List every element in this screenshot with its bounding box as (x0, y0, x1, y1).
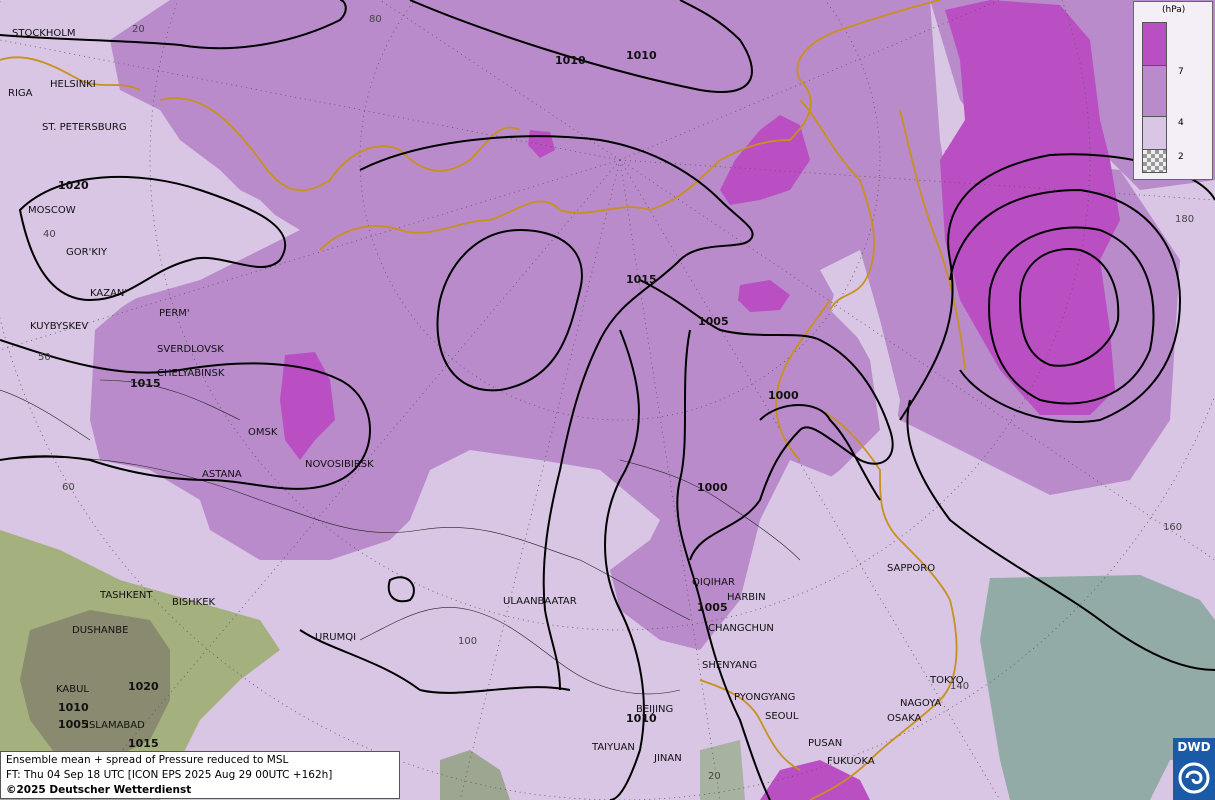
isobar-label: 1020 (58, 179, 89, 192)
legend-tick: 4 (1178, 118, 1184, 128)
city-label: ST. PETERSBURG (42, 122, 127, 133)
isobar-label: 1000 (697, 481, 728, 494)
city-label: BEIJING (636, 704, 673, 715)
city-label: FUKUOKA (827, 756, 875, 767)
grid-label: 60 (62, 482, 75, 493)
info-copyright: ©2025 Deutscher Wetterdienst (6, 784, 192, 796)
spread-legend: (hPa) 7 4 2 (1133, 1, 1213, 180)
legend-swatch-mid (1142, 65, 1167, 117)
grid-label: 40 (43, 229, 56, 240)
info-box: Ensemble mean + spread of Pressure reduc… (0, 751, 400, 799)
grid-label: 50 (38, 352, 51, 363)
city-label: TAIYUAN (591, 742, 635, 753)
dwd-logo-text: DWD (1177, 740, 1211, 754)
info-forecast-time: FT: Thu 04 Sep 18 UTC [ICON EPS 2025 Aug… (6, 769, 333, 781)
grid-label: 80 (369, 14, 382, 25)
isobar-label: 1000 (768, 389, 799, 402)
city-label: DUSHANBE (72, 625, 128, 636)
pressure-map: 1010 1010 1020 1015 1015 1005 1000 1000 … (0, 0, 1215, 800)
city-label: KABUL (56, 684, 89, 695)
city-label: RIGA (8, 88, 33, 99)
city-label: OSAKA (887, 713, 922, 724)
isobar-label: 1010 (58, 701, 89, 714)
city-label: CHANGCHUN (708, 623, 774, 634)
city-label: QIQIHAR (692, 577, 735, 588)
city-label: BISHKEK (172, 597, 216, 608)
isobar-label: 1020 (128, 680, 159, 693)
info-title: Ensemble mean + spread of Pressure reduc… (6, 754, 289, 766)
city-label: HELSINKI (50, 79, 96, 90)
isobar-label: 1005 (58, 718, 89, 731)
city-label: HARBIN (727, 592, 766, 603)
isobar-label: 1010 (555, 54, 586, 67)
grid-label: 100 (458, 636, 477, 647)
city-label: KAZAN' (90, 288, 127, 299)
legend-swatch-high (1142, 22, 1167, 66)
city-label: MOSCOW (28, 205, 76, 216)
city-label: SVERDLOVSK (157, 344, 224, 355)
city-label: STOCKHOLM (12, 28, 75, 39)
city-label: GOR'KIY (66, 247, 108, 258)
isobar-label: 1010 (626, 49, 657, 62)
city-label: TASHKENT (99, 590, 153, 601)
city-label: PERM' (159, 308, 190, 319)
city-label: SEOUL (765, 711, 799, 722)
city-label: NAGOYA (900, 698, 942, 709)
city-label: JINAN (653, 753, 682, 764)
terrain-yellow-sea (700, 740, 745, 800)
isobar-label: 1005 (697, 601, 728, 614)
city-label: URUMQI (315, 632, 356, 643)
grid-label: 180 (1175, 214, 1194, 225)
city-label: SAPPORO (887, 563, 935, 574)
city-label: KUYBYSKEV (30, 321, 88, 332)
grid-label: 20 (132, 24, 145, 35)
legend-unit: (hPa) (1162, 5, 1186, 15)
isobar-label: 1005 (698, 315, 729, 328)
city-label: ULAANBAATAR (503, 596, 577, 607)
city-label: NOVOSIBIRSK (305, 459, 374, 470)
legend-swatch-na (1142, 149, 1167, 173)
isobar-label: 1015 (626, 273, 657, 286)
city-label: TOKYO (929, 675, 964, 686)
grid-label: 20 (708, 771, 721, 782)
city-label: ISLAMABAD (86, 720, 145, 731)
dwd-logo-swirl-icon (1178, 762, 1210, 794)
city-label: ASTANA (202, 469, 242, 480)
legend-swatch-low (1142, 116, 1167, 150)
isobar-label: 1015 (128, 737, 159, 750)
city-label: OMSK (248, 427, 278, 438)
city-label: PYONGYANG (734, 692, 795, 703)
legend-tick: 7 (1178, 67, 1184, 77)
city-label: SHENYANG (702, 660, 757, 671)
grid-label: 160 (1163, 522, 1182, 533)
dwd-logo: DWD (1173, 738, 1215, 800)
legend-tick: 2 (1178, 152, 1184, 162)
city-label: PUSAN (808, 738, 842, 749)
city-label: CHELYABINSK (157, 368, 225, 379)
